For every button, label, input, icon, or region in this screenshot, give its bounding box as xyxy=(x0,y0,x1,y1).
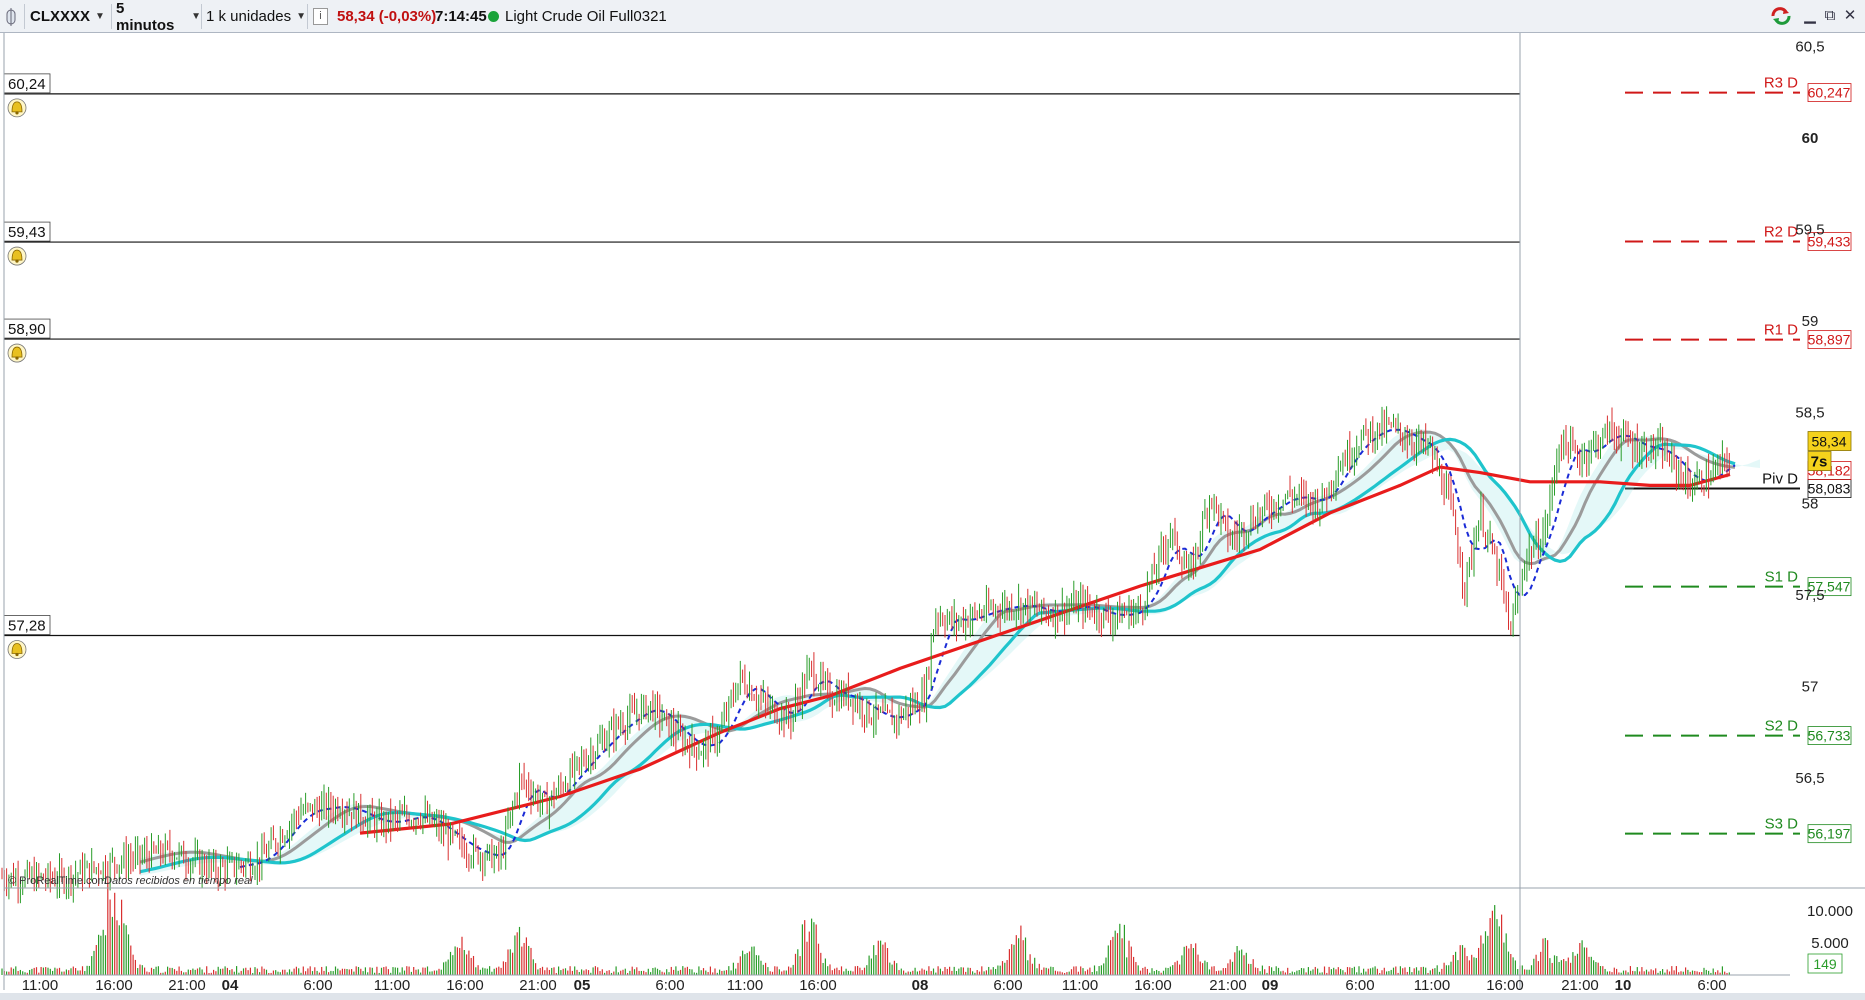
y-tick-label: 59 xyxy=(1802,313,1819,330)
chevron-down-icon: ▼ xyxy=(95,11,105,22)
pivot-value: 56,733 xyxy=(1808,728,1851,744)
pivot-name: R3 D xyxy=(1764,75,1798,92)
watermark: © ProRealTime.com xyxy=(8,875,107,887)
pivot-value: 60,247 xyxy=(1808,85,1851,101)
chevron-down-icon: ▼ xyxy=(191,11,201,22)
last-volume-label: 149 xyxy=(1813,956,1837,972)
status-dot-icon xyxy=(488,4,502,29)
x-tick-label: 05 xyxy=(574,977,591,994)
watermark-sub: Datos recibidos en tiempo real xyxy=(104,875,253,887)
volume-tick-label: 5.000 xyxy=(1811,935,1849,952)
pivot-name: S1 D xyxy=(1765,569,1799,586)
x-tick-label: 21:00 xyxy=(1561,977,1599,994)
x-tick-label: 11:00 xyxy=(22,977,58,994)
bell-icon xyxy=(7,98,27,118)
x-tick-label: 6:00 xyxy=(655,977,684,994)
price-chart[interactable]: 60,24 59,43 58,90 57,28 R3 D 60,247 R2 D 59,43… xyxy=(0,0,1865,1000)
x-tick-label: 11:00 xyxy=(727,977,763,994)
interval-selector[interactable]: 5 minutos ▼ xyxy=(116,0,201,34)
y-tick-label: 57,5 xyxy=(1795,587,1824,604)
x-tick-label: 16:00 xyxy=(1486,977,1524,994)
x-tick-label: 6:00 xyxy=(303,977,332,994)
minimize-icon[interactable]: ▁ xyxy=(1800,6,1820,26)
y-tick-label: 60,5 xyxy=(1795,38,1824,55)
pivot-name: R1 D xyxy=(1764,322,1798,339)
x-tick-label: 21:00 xyxy=(519,977,557,994)
indicator-lines xyxy=(139,428,1760,876)
price-change: 58,34 (-0,03%) xyxy=(337,8,437,25)
pivot-value: 58,083 xyxy=(1808,481,1851,497)
units-label: 1 k unidades xyxy=(206,8,292,25)
x-tick-label: 16:00 xyxy=(799,977,837,994)
x-tick-label: 16:00 xyxy=(446,977,484,994)
x-tick-label: 6:00 xyxy=(1697,977,1726,994)
y-tick-label: 59,5 xyxy=(1795,221,1824,238)
countdown-label: 7s xyxy=(1811,454,1828,471)
units-selector[interactable]: 1 k unidades ▼ xyxy=(206,4,306,29)
pivot-name: S2 D xyxy=(1765,718,1799,735)
x-tick-label: 11:00 xyxy=(1062,977,1098,994)
x-tick-label: 10 xyxy=(1615,977,1632,994)
pivot-value: 58,897 xyxy=(1808,332,1851,348)
sync-icon[interactable] xyxy=(1770,6,1791,26)
last-price-label: 58,34 xyxy=(1811,434,1846,450)
close-icon[interactable]: ✕ xyxy=(1840,6,1860,26)
x-tick-label: 16:00 xyxy=(1134,977,1172,994)
x-tick-label: 09 xyxy=(1262,977,1279,994)
pivot-name: S3 D xyxy=(1765,816,1799,833)
x-tick-label: 11:00 xyxy=(374,977,410,994)
pivot-name: R2 D xyxy=(1764,224,1798,241)
instrument-name: Light Crude Oil Full0321 xyxy=(505,8,667,25)
pivot-name: Piv D xyxy=(1762,471,1798,488)
bell-icon xyxy=(7,640,27,659)
chevron-down-icon: ▼ xyxy=(296,11,306,22)
y-tick-label: 56,5 xyxy=(1795,770,1824,787)
x-tick-label: 21:00 xyxy=(1209,977,1247,994)
interval-label: 5 minutos xyxy=(116,0,175,34)
alert-label: 57,28 xyxy=(8,617,46,634)
bell-icon xyxy=(7,343,27,363)
restore-icon[interactable]: ⧉ xyxy=(1820,6,1840,26)
clock-time: 7:14:45 xyxy=(435,8,487,25)
symbol-selector[interactable]: CLXXXX ▼ xyxy=(30,4,110,29)
volume-tick-label: 10.000 xyxy=(1807,903,1853,920)
x-tick-label: 11:00 xyxy=(1414,977,1450,994)
bell-icon xyxy=(7,246,27,266)
chart-settings-icon[interactable] xyxy=(4,4,24,29)
y-tick-label: 57 xyxy=(1802,679,1819,696)
alert-label: 59,43 xyxy=(8,224,46,241)
pivot-value: 56,197 xyxy=(1808,826,1851,842)
alert-label: 60,24 xyxy=(8,76,46,93)
x-tick-label: 21:00 xyxy=(168,977,206,994)
volume-panel: 10.000 5.000 149 xyxy=(1,882,1853,975)
y-tick-label: 60 xyxy=(1802,130,1819,147)
horizontal-alert-lines: 60,24 59,43 58,90 57,28 xyxy=(3,73,1520,659)
symbol-label: CLXXXX xyxy=(30,8,91,25)
x-tick-label: 6:00 xyxy=(993,977,1022,994)
y-tick-label: 58,5 xyxy=(1795,404,1824,421)
x-tick-label: 16:00 xyxy=(95,977,133,994)
info-icon[interactable]: i xyxy=(313,4,329,29)
alert-label: 58,90 xyxy=(8,321,46,338)
x-tick-label: 6:00 xyxy=(1345,977,1374,994)
chart-toolbar: CLXXXX ▼ 5 minutos ▼ 1 k unidades ▼ i 58… xyxy=(0,0,1865,34)
x-tick-label: 08 xyxy=(912,977,929,994)
bottom-scrollbar[interactable] xyxy=(0,993,1865,1000)
x-tick-label: 04 xyxy=(222,977,239,994)
y-tick-label: 58 xyxy=(1802,496,1819,513)
